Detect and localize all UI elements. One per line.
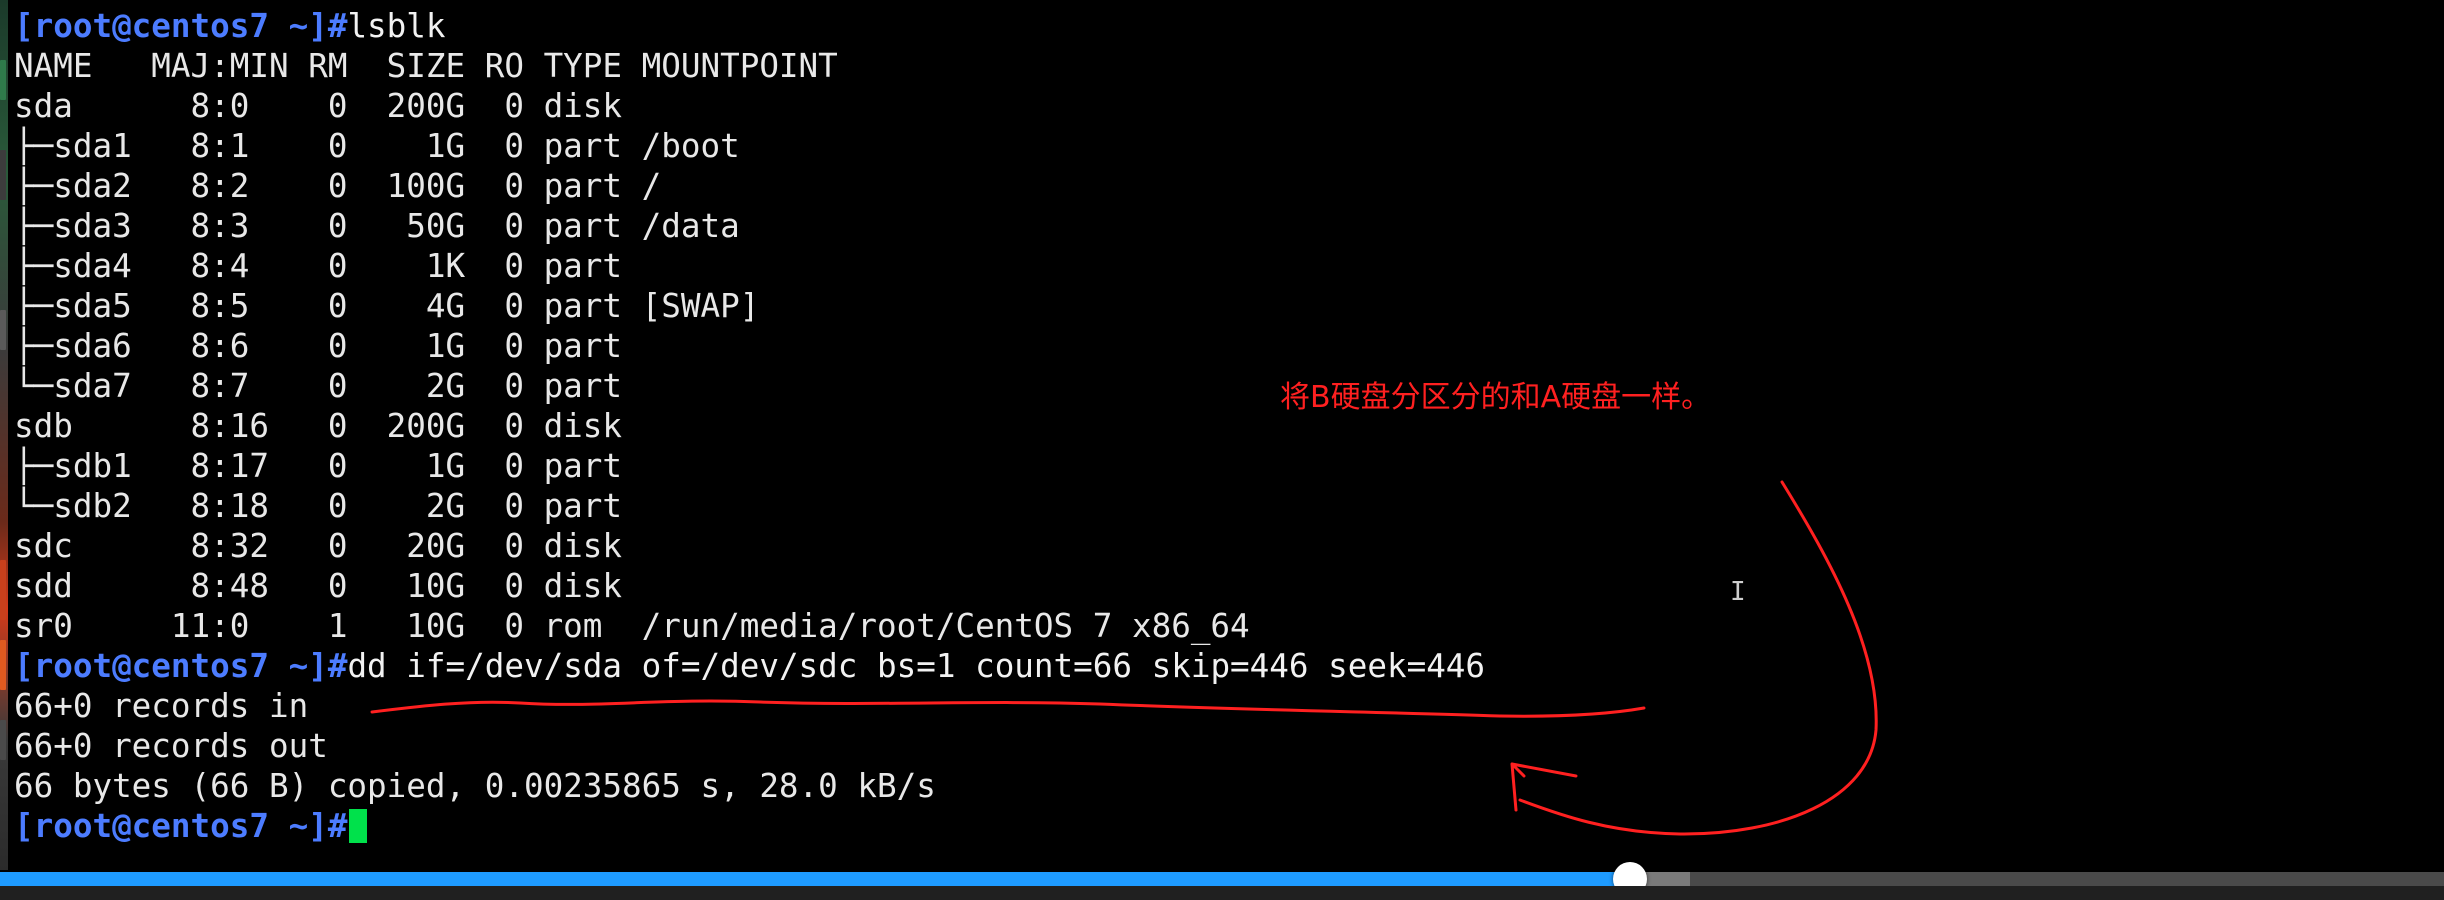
terminal-output-text: ├─sda3 8:3 0 50G 0 part /data: [14, 207, 740, 245]
annotation-note: 将B硬盘分区分的和A硬盘一样。: [1280, 380, 1712, 415]
video-progress-fill: [0, 872, 1631, 886]
shell-prompt: [root@centos7 ~]#: [14, 647, 348, 685]
terminal-output-text: NAME MAJ:MIN RM SIZE RO TYPE MOUNTPOINT: [14, 47, 838, 85]
terminal-output-text: sdd 8:48 0 10G 0 disk: [14, 567, 642, 605]
terminal-output-line: sdb 8:16 0 200G 0 disk: [14, 406, 2434, 446]
shell-command: dd if=/dev/sda of=/dev/sdc bs=1 count=66…: [347, 647, 1486, 685]
terminal-output-line: ├─sdb1 8:17 0 1G 0 part: [14, 446, 2434, 486]
terminal-output-text: ├─sda2 8:2 0 100G 0 part /: [14, 167, 662, 205]
terminal-output-text: └─sdb2 8:18 0 2G 0 part: [14, 487, 642, 525]
desktop-icon-fragment: [0, 310, 6, 350]
desktop-icon-fragment: [0, 150, 6, 200]
terminal-output-line: └─sdb2 8:18 0 2G 0 part: [14, 486, 2434, 526]
ibeam-mouse-cursor-icon: I: [1730, 577, 1746, 607]
terminal-output-line: ├─sda1 8:1 0 1G 0 part /boot: [14, 126, 2434, 166]
desktop-icon-fragment: [0, 720, 6, 760]
terminal-output-text: 66+0 records out: [14, 727, 328, 765]
desktop-edge-strip: [0, 0, 8, 870]
shell-command: lsblk: [347, 7, 446, 45]
terminal-block-cursor[interactable]: [349, 809, 368, 843]
terminal-output-text: 66+0 records in: [14, 687, 309, 725]
shell-prompt: [root@centos7 ~]#: [14, 807, 348, 845]
screen: [root@centos7 ~]#lsblk NAME MAJ:MIN RM SI…: [0, 0, 2444, 900]
terminal-output-text: ├─sda5 8:5 0 4G 0 part [SWAP]: [14, 287, 760, 325]
terminal-output-text: sr0 11:0 1 10G 0 rom /run/media/root/Cen…: [14, 607, 1250, 645]
terminal-prompt-line: [root@centos7 ~]#: [14, 806, 2434, 846]
terminal-output-text: └─sda7 8:7 0 2G 0 part: [14, 367, 642, 405]
terminal-output-line: ├─sda5 8:5 0 4G 0 part [SWAP]: [14, 286, 2434, 326]
terminal-output-line: sdc 8:32 0 20G 0 disk: [14, 526, 2434, 566]
terminal-output-line: ├─sda4 8:4 0 1K 0 part: [14, 246, 2434, 286]
shell-prompt: [root@centos7 ~]#: [14, 7, 348, 45]
terminal-output-line: ├─sda3 8:3 0 50G 0 part /data: [14, 206, 2434, 246]
terminal-output-line: 66 bytes (66 B) copied, 0.00235865 s, 28…: [14, 766, 2434, 806]
terminal-prompt-line: [root@centos7 ~]#lsblk: [14, 6, 2434, 46]
terminal-output-line: sda 8:0 0 200G 0 disk: [14, 86, 2434, 126]
terminal-output-line: 66+0 records in: [14, 686, 2434, 726]
terminal-output-line: └─sda7 8:7 0 2G 0 part: [14, 366, 2434, 406]
terminal-output-text: sdc 8:32 0 20G 0 disk: [14, 527, 642, 565]
terminal-output-text: sda 8:0 0 200G 0 disk: [14, 87, 642, 125]
terminal-output-text: ├─sda4 8:4 0 1K 0 part: [14, 247, 642, 285]
terminal-output-text: sdb 8:16 0 200G 0 disk: [14, 407, 642, 445]
terminal-output-text: ├─sda6 8:6 0 1G 0 part: [14, 327, 642, 365]
terminal-output-text: ├─sda1 8:1 0 1G 0 part /boot: [14, 127, 740, 165]
terminal-output-line: ├─sda6 8:6 0 1G 0 part: [14, 326, 2434, 366]
terminal-output-line: sr0 11:0 1 10G 0 rom /run/media/root/Cen…: [14, 606, 2434, 646]
terminal-output-text: 66 bytes (66 B) copied, 0.00235865 s, 28…: [14, 767, 936, 805]
video-progress-bar[interactable]: [0, 862, 2444, 896]
terminal-output-line: 66+0 records out: [14, 726, 2434, 766]
terminal-prompt-line: [root@centos7 ~]#dd if=/dev/sda of=/dev/…: [14, 646, 2434, 686]
desktop-icon-fragment: [0, 560, 6, 620]
terminal-output-line: ├─sda2 8:2 0 100G 0 part /: [14, 166, 2434, 206]
terminal-output-text: ├─sdb1 8:17 0 1G 0 part: [14, 447, 642, 485]
terminal-output-line: sdd 8:48 0 10G 0 disk: [14, 566, 2434, 606]
desktop-icon-fragment: [0, 640, 6, 690]
terminal-window[interactable]: [root@centos7 ~]#lsblk NAME MAJ:MIN RM SI…: [14, 6, 2434, 864]
desktop-icon-fragment: [0, 60, 6, 100]
player-bottom-bar: [0, 886, 2444, 900]
terminal-output-line: NAME MAJ:MIN RM SIZE RO TYPE MOUNTPOINT: [14, 46, 2434, 86]
